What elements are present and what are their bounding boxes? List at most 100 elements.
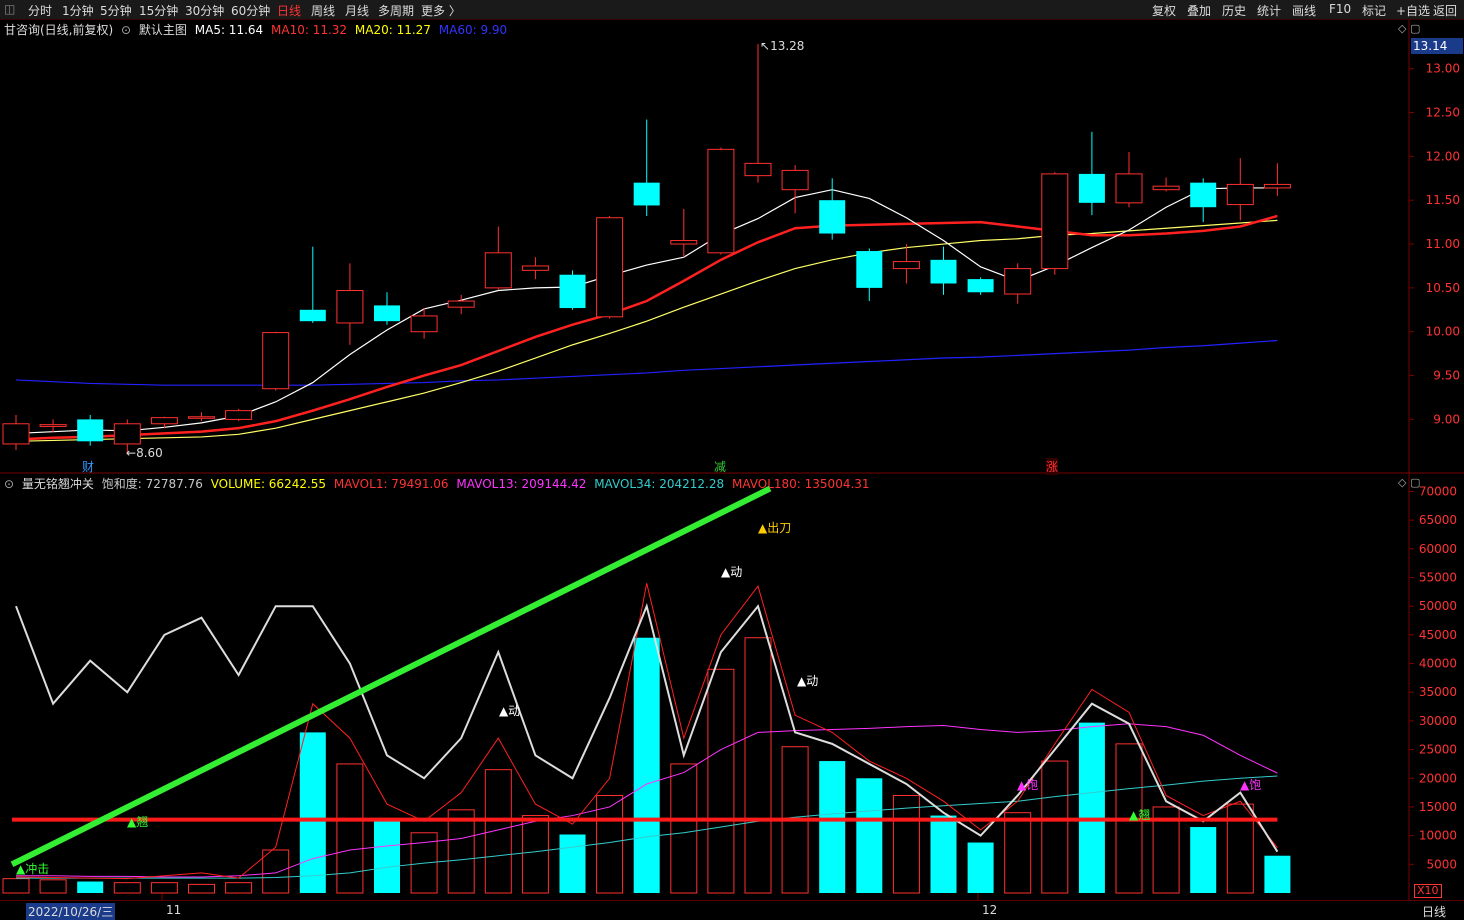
dropdown-icon[interactable]: ⊙ xyxy=(121,23,131,37)
event-marker[interactable]: 减 xyxy=(714,458,726,475)
signal-dong: ▲动 xyxy=(499,704,521,718)
period-tab[interactable]: 5分钟 xyxy=(100,2,132,19)
volume-tick-label: 40000 xyxy=(1419,657,1457,671)
toolbar-button[interactable]: +自选 xyxy=(1396,2,1430,19)
volume-bar xyxy=(1264,855,1291,893)
volume-bar xyxy=(1152,806,1180,894)
price-tick-label: 9.50 xyxy=(1433,369,1460,383)
signal-bao: ▲饱 xyxy=(1017,778,1039,792)
toolbar-button[interactable]: 统计 xyxy=(1257,2,1281,19)
month-label: 11 xyxy=(166,903,182,917)
volume-bar xyxy=(1078,722,1105,893)
period-tab[interactable]: 15分钟 xyxy=(139,2,178,19)
candle-body xyxy=(781,169,809,191)
mavol34-value: MAVOL34: 204212.28 xyxy=(594,477,725,491)
candle-body xyxy=(336,290,364,324)
candle-body xyxy=(484,252,512,289)
volume-tick-label: 10000 xyxy=(1419,829,1457,843)
candle-body xyxy=(150,417,178,425)
candle-body xyxy=(374,305,400,322)
high-value: 13.28 xyxy=(770,39,805,53)
volume-bar xyxy=(150,882,178,894)
candle-body xyxy=(1152,185,1180,191)
dropdown-icon[interactable]: ⊙ xyxy=(4,477,14,491)
event-marker[interactable]: 财 xyxy=(82,458,94,475)
candle-body xyxy=(262,332,290,390)
candle-body xyxy=(225,410,253,420)
period-tab[interactable]: 月线 xyxy=(345,2,369,19)
volume-value: VOLUME: 66242.55 xyxy=(210,477,327,491)
stock-name: 甘咨询(日线,前复权) xyxy=(4,23,114,37)
price-tick-label: 11.50 xyxy=(1426,193,1460,207)
volume-bar xyxy=(262,849,290,894)
volume-bar xyxy=(559,834,586,893)
toolbar-button[interactable]: F10 xyxy=(1329,2,1351,16)
toolbar-button[interactable]: 历史 xyxy=(1222,2,1246,19)
settings-icon[interactable]: ◇ ▢ xyxy=(1398,476,1420,489)
signal-bao: ▲饱 xyxy=(1240,778,1262,792)
volume-bar xyxy=(2,878,30,894)
mavol13-value: MAVOL13: 209144.42 xyxy=(456,477,587,491)
candle-body xyxy=(856,251,883,288)
mavol180-value: MAVOL180: 135004.31 xyxy=(731,477,870,491)
toolbar-button[interactable]: 复权 xyxy=(1152,2,1176,19)
volume-tick-label: 35000 xyxy=(1419,685,1457,699)
candle-body xyxy=(113,423,141,445)
signal-chongji: ▲冲击 xyxy=(16,862,50,876)
signal-chudao: ▲出刀 xyxy=(758,521,792,535)
candle-body xyxy=(1226,183,1254,206)
collapse-icon[interactable]: ◫ xyxy=(4,2,15,16)
toolbar-button[interactable]: 标记 xyxy=(1362,2,1386,19)
ma10-line xyxy=(15,214,1278,441)
period-tab[interactable]: 1分钟 xyxy=(62,2,94,19)
price-tick-label: 9.00 xyxy=(1433,412,1460,426)
period-tab[interactable]: 60分钟 xyxy=(231,2,270,19)
volume-bar xyxy=(930,815,957,893)
period-tab[interactable]: 周线 xyxy=(311,2,335,19)
candle-body xyxy=(1115,173,1143,204)
volume-bar xyxy=(484,769,512,894)
volume-bar xyxy=(707,668,735,894)
candle-body xyxy=(77,419,104,442)
price-tick-label: 11.00 xyxy=(1426,237,1460,251)
volume-bar xyxy=(336,763,364,894)
period-tab-active[interactable]: 日线 xyxy=(277,2,301,19)
time-axis: 2022/10/26/三 11 12 日线 xyxy=(0,900,1464,920)
candle-body xyxy=(559,274,586,309)
event-marker[interactable]: 涨 xyxy=(1046,458,1059,475)
volume-tick-label: 70000 xyxy=(1419,484,1457,498)
candle-body xyxy=(707,148,735,254)
volume-tick-label: 30000 xyxy=(1419,714,1457,728)
toolbar-button[interactable]: 返回 xyxy=(1433,2,1457,19)
settings-icon[interactable]: ◇ ▢ xyxy=(1398,22,1420,35)
toolbar-button[interactable]: 叠加 xyxy=(1187,2,1211,19)
toolbar-button[interactable]: 画线 xyxy=(1292,2,1316,19)
volume-bar xyxy=(521,815,549,894)
period-tab[interactable]: 多周期 xyxy=(378,2,414,19)
signal-chongji-label: 冲击 xyxy=(25,862,50,876)
volume-bar xyxy=(892,794,920,894)
date-label: 2022/10/26/三 xyxy=(26,903,116,920)
price-tick-label: 10.50 xyxy=(1426,281,1460,295)
ma5-line xyxy=(15,187,1278,435)
price-tick-label: 13.00 xyxy=(1426,62,1460,76)
volume-bar xyxy=(670,763,698,894)
indicator-name[interactable]: 量无铭翘冲关 xyxy=(22,477,94,491)
volume-tick-label: 55000 xyxy=(1419,571,1457,585)
period-tab[interactable]: 30分钟 xyxy=(185,2,224,19)
volume-bar xyxy=(113,882,141,894)
volume-tick-label: 20000 xyxy=(1419,771,1457,785)
template-name[interactable]: 默认主图 xyxy=(139,23,187,37)
volume-bar xyxy=(781,746,809,894)
signal-qiao: ▲翘 xyxy=(127,815,149,829)
candle-body xyxy=(1263,183,1291,189)
volume-bar xyxy=(596,794,624,894)
volume-bar xyxy=(744,637,772,894)
candle-body xyxy=(744,162,772,177)
saturation-value: 饱和度: 72787.76 xyxy=(101,477,203,491)
period-tab[interactable]: 更多 〉 xyxy=(421,2,461,19)
period-tab[interactable]: 分时 xyxy=(28,2,52,19)
ma60-line xyxy=(15,339,1278,386)
trend-line xyxy=(10,485,772,868)
low-value: 8.60 xyxy=(136,446,163,460)
